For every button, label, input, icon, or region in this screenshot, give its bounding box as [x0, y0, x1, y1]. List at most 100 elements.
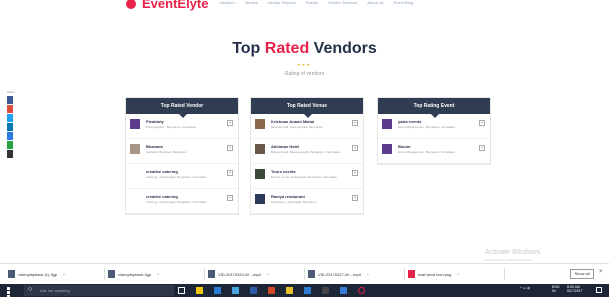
item-title[interactable]: Picabloty: [146, 119, 164, 124]
linkedin-icon[interactable]: [7, 123, 13, 131]
add-button[interactable]: +: [227, 170, 233, 176]
item-title[interactable]: Tours events: [271, 169, 296, 174]
close-downloads-bar-icon[interactable]: ×: [599, 269, 603, 275]
add-button[interactable]: +: [227, 195, 233, 201]
list-item[interactable]: creative catering Catering, Vasantnagar, …: [126, 189, 238, 214]
download-item[interactable]: mail send icon.png ^: [408, 269, 459, 279]
nav-item-events[interactable]: Events: [306, 0, 318, 5]
add-button[interactable]: +: [352, 170, 358, 176]
word-icon[interactable]: [250, 287, 257, 294]
powerpoint-icon[interactable]: [268, 287, 275, 294]
nav-item-venues[interactable]: Venues: [245, 0, 258, 5]
list-item[interactable]: yatra events Event Management, Bengaluru,…: [378, 114, 490, 139]
column-heading: Top Rated Venue: [251, 98, 363, 118]
item-title[interactable]: Krishnan Anand Mahal: [271, 119, 314, 124]
list-item[interactable]: Krishnan Anand Mahal Banquet Hall, Korama…: [251, 114, 363, 139]
browser-viewport: EventElyte Vendors Venues Vendor Reports…: [0, 0, 609, 297]
item-title[interactable]: creative catering: [146, 169, 178, 174]
list-item[interactable]: creative catering Catering, Vasantnagar, …: [126, 164, 238, 189]
list-item[interactable]: Abhiman Hotel Banquet Hall, Basavanagudi,…: [251, 139, 363, 164]
list-item[interactable]: Bhavana Jewellery Boutique, Bangalore +: [126, 139, 238, 164]
windows-start-icon[interactable]: [7, 287, 14, 297]
task-view-icon[interactable]: [178, 287, 185, 294]
media-player-icon[interactable]: [340, 287, 347, 294]
item-title[interactable]: yatra events: [398, 119, 421, 124]
file-icon: [208, 270, 215, 278]
item-description: Jewellery Boutique, Bangalore: [146, 150, 187, 154]
title-accent: Rated: [264, 40, 310, 57]
site-logo[interactable]: EventElyte: [126, 0, 208, 11]
download-item[interactable]: VID-20170320-W....mp4 ^: [208, 269, 269, 279]
system-tray-icons[interactable]: ^ ▭ ◂): [520, 286, 530, 290]
download-item[interactable]: videoplayback (1).3gp ^: [8, 269, 65, 279]
file-icon: [308, 270, 315, 278]
store-icon[interactable]: [232, 287, 239, 294]
download-filename: videoplayback (1).3gp: [18, 271, 58, 277]
list-item[interactable]: Picabloty Photographer · Bengaluru, Karna…: [126, 114, 238, 139]
action-center-icon[interactable]: [596, 287, 602, 293]
item-title[interactable]: Ramya restaurant: [271, 194, 305, 199]
add-button[interactable]: +: [352, 145, 358, 151]
download-divider: [504, 268, 505, 280]
chevron-up-icon[interactable]: ^: [157, 272, 159, 277]
nav-item-about-us[interactable]: About Us: [367, 0, 383, 5]
nav-item-vendor-services[interactable]: Vendor Services: [328, 0, 357, 5]
edge-browser-icon[interactable]: [214, 287, 221, 294]
item-description: Event Management, Bengaluru, Karnataka: [398, 150, 455, 154]
sticky-notes-icon[interactable]: [286, 287, 293, 294]
download-item[interactable]: VID-20170327-W....mp4 ^: [308, 269, 369, 279]
add-button[interactable]: +: [352, 195, 358, 201]
list-item[interactable]: Tours events Events venue, Indiranagar, B…: [251, 164, 363, 189]
show-all-downloads-button[interactable]: Show all: [570, 269, 594, 279]
item-title[interactable]: Bloom: [398, 144, 410, 149]
page-subtitle: Rating of vendors: [284, 71, 325, 77]
language-indicator[interactable]: ENG IN: [552, 285, 560, 293]
add-button[interactable]: +: [479, 145, 485, 151]
download-divider: [204, 268, 205, 280]
nav-item-vendors[interactable]: Vendors: [220, 0, 235, 5]
facebook-icon[interactable]: [7, 96, 13, 104]
chevron-up-icon[interactable]: ^: [367, 272, 369, 277]
chevron-up-icon[interactable]: ^: [457, 272, 459, 277]
add-button[interactable]: +: [479, 120, 485, 126]
vendor-thumbnail: [130, 119, 140, 129]
vendor-thumbnail: [130, 194, 140, 204]
add-button[interactable]: +: [227, 120, 233, 126]
list-item[interactable]: Ramya restaurant Restaurant, Jayanagar, B…: [251, 189, 363, 214]
google-plus-icon[interactable]: [7, 105, 13, 113]
twitter-icon[interactable]: [7, 114, 13, 122]
whatsapp-icon[interactable]: [7, 141, 13, 149]
item-title[interactable]: Bhavana: [146, 144, 163, 149]
vendor-thumbnail: [130, 169, 140, 179]
opera-icon[interactable]: [358, 287, 365, 294]
column-top-rating-event: Top Rating Event yatra events Event Manag…: [377, 97, 491, 165]
download-divider: [304, 268, 305, 280]
taskbar-clock[interactable]: 8:00 AM 5/17/2017: [567, 285, 583, 293]
add-button[interactable]: +: [227, 145, 233, 151]
cortana-search-box[interactable]: ○ Ask me anything: [24, 285, 174, 296]
add-button[interactable]: +: [352, 120, 358, 126]
nav-item-vendor-reports[interactable]: Vendor Reports: [268, 0, 296, 5]
chevron-up-icon[interactable]: ^: [267, 272, 269, 277]
vendor-thumbnail: [382, 144, 392, 154]
top-nav: Vendors Venues Vendor Reports Events Ven…: [220, 0, 413, 5]
item-title[interactable]: creative catering: [146, 194, 178, 199]
nav-item-event-blog[interactable]: Event Blog: [394, 0, 413, 5]
app-icon[interactable]: [322, 287, 329, 294]
item-title[interactable]: Abhiman Hotel: [271, 144, 299, 149]
download-filename: VID-20170320-W....mp4: [218, 271, 261, 277]
vendor-thumbnail: [382, 119, 392, 129]
mail-icon[interactable]: [304, 287, 311, 294]
file-icon: [8, 270, 15, 278]
downloads-bar: Show all × videoplayback (1).3gp ^ videopl…: [0, 263, 609, 283]
title-stars-decoration: ★ ★ ★: [297, 62, 310, 67]
pinterest-icon[interactable]: [7, 132, 13, 140]
item-description: Catering, Vasantnagar, Bengaluru, Karnat…: [146, 175, 207, 179]
list-item[interactable]: Bloom Event Management, Bengaluru, Karnat…: [378, 139, 490, 164]
download-item[interactable]: videoplayback.3gp ^: [108, 269, 159, 279]
file-explorer-icon[interactable]: [196, 287, 203, 294]
chevron-up-icon[interactable]: ^: [63, 272, 65, 277]
search-icon: ○: [28, 286, 33, 293]
windows-taskbar: ○ Ask me anything ^ ▭ ◂) ENG IN 8:00 AM 5/…: [0, 284, 609, 297]
email-icon[interactable]: [7, 150, 13, 158]
